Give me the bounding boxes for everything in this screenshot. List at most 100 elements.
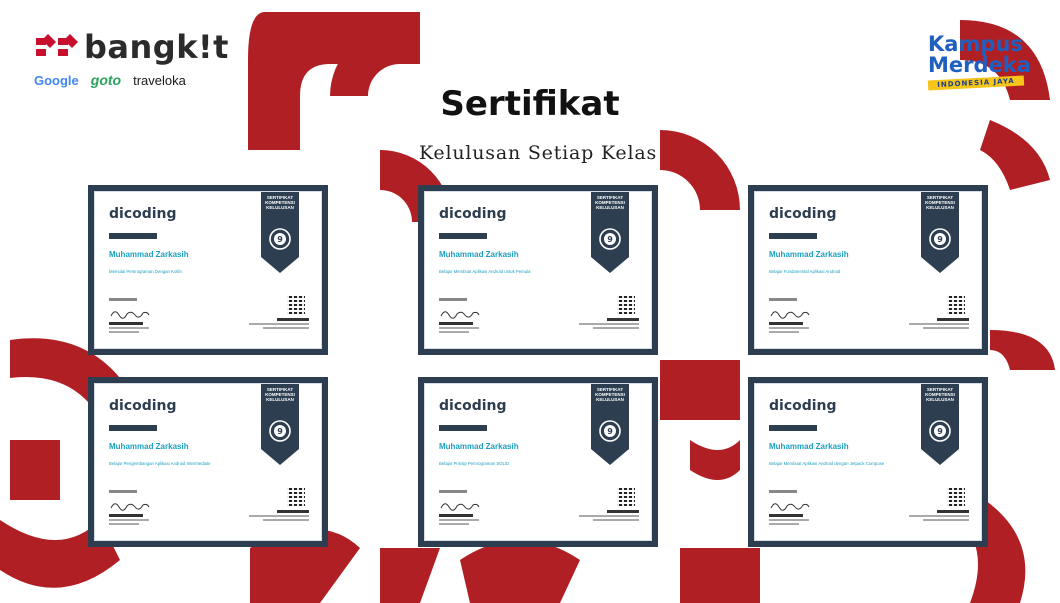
certificate-id-tag bbox=[439, 233, 487, 239]
signer-name bbox=[439, 322, 473, 325]
dicoding-logo: dicoding bbox=[109, 398, 177, 414]
signer-org bbox=[439, 523, 469, 525]
certificate-id-tag bbox=[109, 233, 157, 239]
certificate-sheet: dicoding 9 SERTIFIKAT KOMPETENSI KELULUS… bbox=[754, 191, 982, 349]
recipient-name: Muhammad Zarkasih bbox=[769, 250, 849, 259]
kampus-merdeka-line1: Kampus bbox=[928, 32, 1023, 56]
signature-icon bbox=[440, 503, 480, 511]
certificate-id-tag bbox=[109, 425, 157, 431]
svg-text:9: 9 bbox=[277, 427, 283, 436]
signer-name bbox=[109, 322, 143, 325]
issue-date bbox=[769, 490, 797, 493]
svg-text:9: 9 bbox=[607, 427, 613, 436]
kampus-merdeka-logo: Kampus Merdeka INDONESIA JAYA bbox=[927, 32, 1031, 91]
certificate-ribbon-label: SERTIFIKAT KOMPETENSI KELULUSAN bbox=[265, 195, 295, 210]
certificate-card[interactable]: dicoding 9 SERTIFIKAT KOMPETENSI KELULUS… bbox=[88, 185, 328, 355]
verification-text bbox=[909, 323, 969, 325]
certificate-sheet: dicoding 9 SERTIFIKAT KOMPETENSI KELULUS… bbox=[424, 383, 652, 541]
certificate-sheet: dicoding 9 SERTIFIKAT KOMPETENSI KELULUS… bbox=[94, 191, 322, 349]
signature-icon bbox=[110, 503, 150, 511]
certificate-sheet: dicoding 9 SERTIFIKAT KOMPETENSI KELULUS… bbox=[754, 383, 982, 541]
verification-text bbox=[249, 515, 309, 517]
bangkit-mark-icon bbox=[36, 34, 78, 56]
signer-name bbox=[769, 322, 803, 325]
issue-date bbox=[109, 298, 137, 301]
verification-text bbox=[249, 323, 309, 325]
course-title: Belajar Membuat Aplikasi Android untuk P… bbox=[439, 269, 531, 274]
signer-role bbox=[109, 327, 149, 329]
svg-text:9: 9 bbox=[607, 235, 613, 244]
dicoding-logo: dicoding bbox=[439, 398, 507, 414]
signer-name bbox=[769, 514, 803, 517]
verification-text bbox=[579, 323, 639, 325]
verification-expiry bbox=[593, 327, 639, 329]
page-subtitle: Kelulusan Setiap Kelas bbox=[418, 142, 658, 164]
issue-date bbox=[439, 490, 467, 493]
recipient-name: Muhammad Zarkasih bbox=[109, 250, 189, 259]
dicoding-logo: dicoding bbox=[769, 206, 837, 222]
verification-expiry bbox=[263, 327, 309, 329]
verification-text bbox=[909, 515, 969, 517]
verification-label bbox=[277, 510, 309, 513]
verification-label bbox=[277, 318, 309, 321]
svg-text:9: 9 bbox=[937, 427, 943, 436]
course-title: Belajar Membuat Aplikasi Android dengan … bbox=[769, 461, 885, 466]
qr-code-icon bbox=[617, 296, 635, 314]
certificate-id-tag bbox=[439, 425, 487, 431]
verification-expiry bbox=[593, 519, 639, 521]
svg-text:9: 9 bbox=[937, 235, 943, 244]
course-title: Belajar Fundamental Aplikasi Android bbox=[769, 269, 841, 274]
course-title: Belajar Pengembangan Aplikasi Android In… bbox=[109, 461, 211, 466]
verification-label bbox=[607, 510, 639, 513]
certificate-id-tag bbox=[769, 233, 817, 239]
signature-icon bbox=[440, 311, 480, 319]
certificate-card[interactable]: dicoding 9 SERTIFIKAT KOMPETENSI KELULUS… bbox=[88, 377, 328, 547]
certificate-card[interactable]: dicoding 9 SERTIFIKAT KOMPETENSI KELULUS… bbox=[748, 185, 988, 355]
certificate-sheet: dicoding 9 SERTIFIKAT KOMPETENSI KELULUS… bbox=[94, 383, 322, 541]
signer-name bbox=[439, 514, 473, 517]
signer-org bbox=[769, 523, 799, 525]
certificate-ribbon-label: SERTIFIKAT KOMPETENSI KELULUSAN bbox=[925, 387, 955, 402]
certificate-sheet: dicoding 9 SERTIFIKAT KOMPETENSI KELULUS… bbox=[424, 191, 652, 349]
verification-label bbox=[607, 318, 639, 321]
verification-text bbox=[579, 515, 639, 517]
certificate-card[interactable]: dicoding 9 SERTIFIKAT KOMPETENSI KELULUS… bbox=[748, 377, 988, 547]
certificate-id-tag bbox=[769, 425, 817, 431]
signer-org bbox=[769, 331, 799, 333]
svg-text:9: 9 bbox=[277, 235, 283, 244]
signer-name bbox=[109, 514, 143, 517]
dicoding-logo: dicoding bbox=[109, 206, 177, 222]
signer-org bbox=[109, 331, 139, 333]
certificate-ribbon-label: SERTIFIKAT KOMPETENSI KELULUSAN bbox=[265, 387, 295, 402]
certificate-card[interactable]: dicoding 9 SERTIFIKAT KOMPETENSI KELULUS… bbox=[418, 377, 658, 547]
qr-code-icon bbox=[287, 488, 305, 506]
issue-date bbox=[439, 298, 467, 301]
signer-role bbox=[109, 519, 149, 521]
signer-role bbox=[769, 327, 809, 329]
verification-label bbox=[937, 510, 969, 513]
verification-label bbox=[937, 318, 969, 321]
dicoding-logo: dicoding bbox=[769, 398, 837, 414]
recipient-name: Muhammad Zarkasih bbox=[439, 250, 519, 259]
recipient-name: Muhammad Zarkasih bbox=[109, 442, 189, 451]
qr-code-icon bbox=[287, 296, 305, 314]
kampus-merdeka-line2: Merdeka bbox=[928, 53, 1031, 77]
bangkit-logo: bangk!t Google goto traveloka bbox=[34, 28, 229, 88]
recipient-name: Muhammad Zarkasih bbox=[769, 442, 849, 451]
recipient-name: Muhammad Zarkasih bbox=[439, 442, 519, 451]
certificate-ribbon-label: SERTIFIKAT KOMPETENSI KELULUSAN bbox=[595, 387, 625, 402]
issue-date bbox=[769, 298, 797, 301]
issue-date bbox=[109, 490, 137, 493]
signature-icon bbox=[770, 503, 810, 511]
verification-expiry bbox=[923, 327, 969, 329]
certificate-card[interactable]: dicoding 9 SERTIFIKAT KOMPETENSI KELULUS… bbox=[418, 185, 658, 355]
dicoding-logo: dicoding bbox=[439, 206, 507, 222]
qr-code-icon bbox=[947, 488, 965, 506]
signer-org bbox=[109, 523, 139, 525]
qr-code-icon bbox=[947, 296, 965, 314]
signer-role bbox=[439, 519, 479, 521]
course-title: Memulai Pemrograman Dengan Kotlin bbox=[109, 269, 182, 274]
signer-role bbox=[769, 519, 809, 521]
verification-expiry bbox=[923, 519, 969, 521]
bangkit-wordmark: bangk!t bbox=[84, 28, 229, 66]
